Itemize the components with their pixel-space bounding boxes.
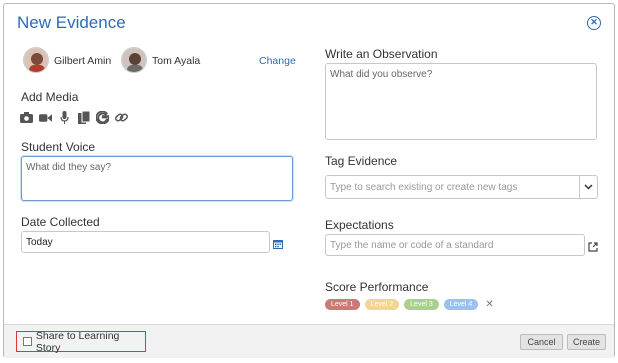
cancel-button[interactable]: Cancel [520,334,563,350]
media-toolbar [20,111,128,124]
avatar-gilbert [23,47,49,73]
dialog-title: New Evidence [17,13,126,32]
tag-evidence-input[interactable]: Type to search existing or create new ta… [325,175,598,199]
google-icon[interactable] [96,111,109,124]
score-levels: Level 1 Level 2 Level 3 Level 4 ✕ [325,299,494,310]
document-copy-icon[interactable] [77,111,90,124]
video-icon[interactable] [39,111,52,124]
level-4-badge[interactable]: Level 4 [443,299,479,310]
level-3-badge[interactable]: Level 3 [404,299,439,310]
avatar-tom [121,47,147,73]
add-media-label: Add Media [21,90,79,104]
level-1-badge[interactable]: Level 1 [325,299,360,310]
person-name: Tom Ayala [152,55,201,67]
date-collected-label: Date Collected [21,215,100,229]
level-2-badge[interactable]: Level 2 [364,299,400,310]
person-name: Gilbert Amin [54,55,112,67]
chevron-down-icon[interactable] [579,176,597,198]
share-to-learning-story-checkbox[interactable]: Share to Learning Story [16,329,146,354]
expectations-input[interactable]: Type the name or code of a standard [325,234,585,256]
observation-textarea[interactable]: What did you observe? [325,63,597,140]
share-label: Share to Learning Story [35,329,120,354]
change-link[interactable]: Change [259,55,296,67]
microphone-icon[interactable] [58,111,71,124]
calendar-icon[interactable] [273,236,283,249]
tag-evidence-label: Tag Evidence [325,154,398,168]
close-icon[interactable]: ✕ [587,16,601,30]
camera-icon[interactable] [20,111,33,124]
external-link-icon[interactable] [588,239,598,252]
clear-score-icon[interactable]: ✕ [485,299,493,310]
student-voice-textarea[interactable]: What did they say? [21,156,293,201]
create-button[interactable]: Create [567,334,606,350]
observation-label: Write an Observation [325,47,438,61]
link-icon[interactable] [115,111,128,124]
student-voice-label: Student Voice [21,140,96,154]
checkbox-icon[interactable] [23,337,32,346]
score-performance-label: Score Performance [325,280,429,294]
date-collected-input[interactable]: Today [21,231,270,253]
expectations-label: Expectations [325,218,394,232]
